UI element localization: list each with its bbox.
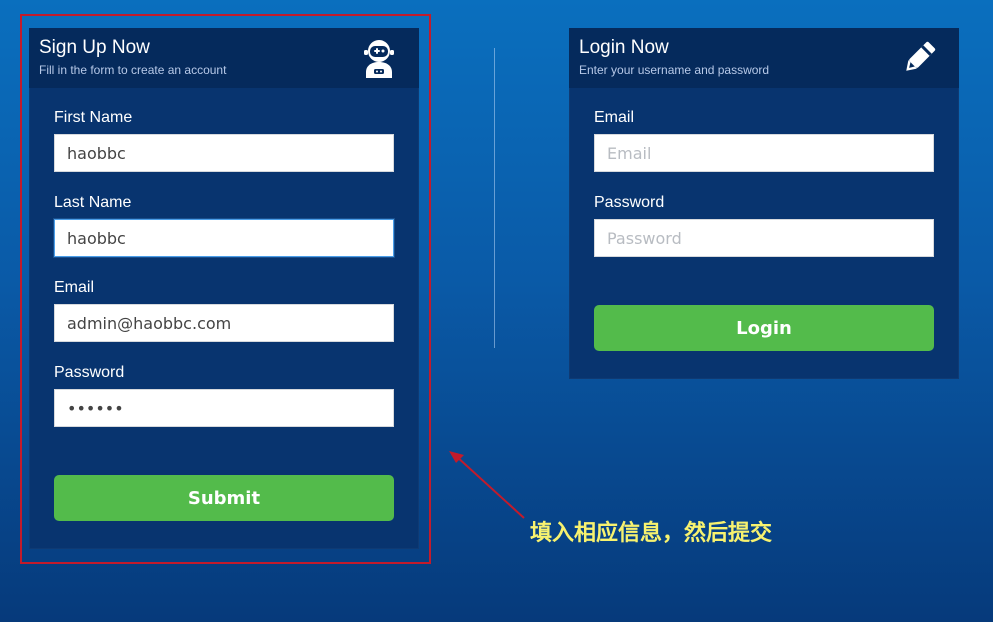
- login-title: Login Now: [579, 37, 669, 58]
- annotation-arrow-icon: [449, 451, 525, 519]
- signup-card: Sign Up Now Fill in the form to create a…: [29, 28, 419, 549]
- login-subtitle: Enter your username and password: [579, 63, 770, 77]
- login-email-input[interactable]: [594, 134, 934, 172]
- signup-title: Sign Up Now: [39, 37, 150, 58]
- first-name-label: First Name: [54, 109, 133, 126]
- login-card-header: Login Now Enter your username and passwo…: [569, 28, 959, 88]
- login-card: Login Now Enter your username and passwo…: [569, 28, 959, 379]
- signup-email-input[interactable]: [54, 304, 394, 342]
- signup-subtitle: Fill in the form to create an account: [39, 63, 227, 77]
- signup-email-label: Email: [54, 279, 95, 296]
- login-button[interactable]: Login: [594, 305, 934, 351]
- signup-card-header: Sign Up Now Fill in the form to create a…: [29, 28, 419, 88]
- signup-password-input[interactable]: [54, 389, 394, 427]
- annotation-note: 填入相应信息，然后提交: [530, 520, 773, 546]
- login-password-input[interactable]: [594, 219, 934, 257]
- pencil-icon: [899, 38, 939, 78]
- last-name-input[interactable]: [54, 219, 394, 257]
- first-name-input[interactable]: [54, 134, 394, 172]
- astronaut-icon: [359, 38, 399, 78]
- login-email-label: Email: [594, 109, 635, 126]
- submit-button[interactable]: Submit: [54, 475, 394, 521]
- section-divider: [494, 48, 495, 348]
- signup-password-label: Password: [54, 364, 125, 381]
- last-name-label: Last Name: [54, 194, 132, 211]
- login-password-label: Password: [594, 194, 665, 211]
